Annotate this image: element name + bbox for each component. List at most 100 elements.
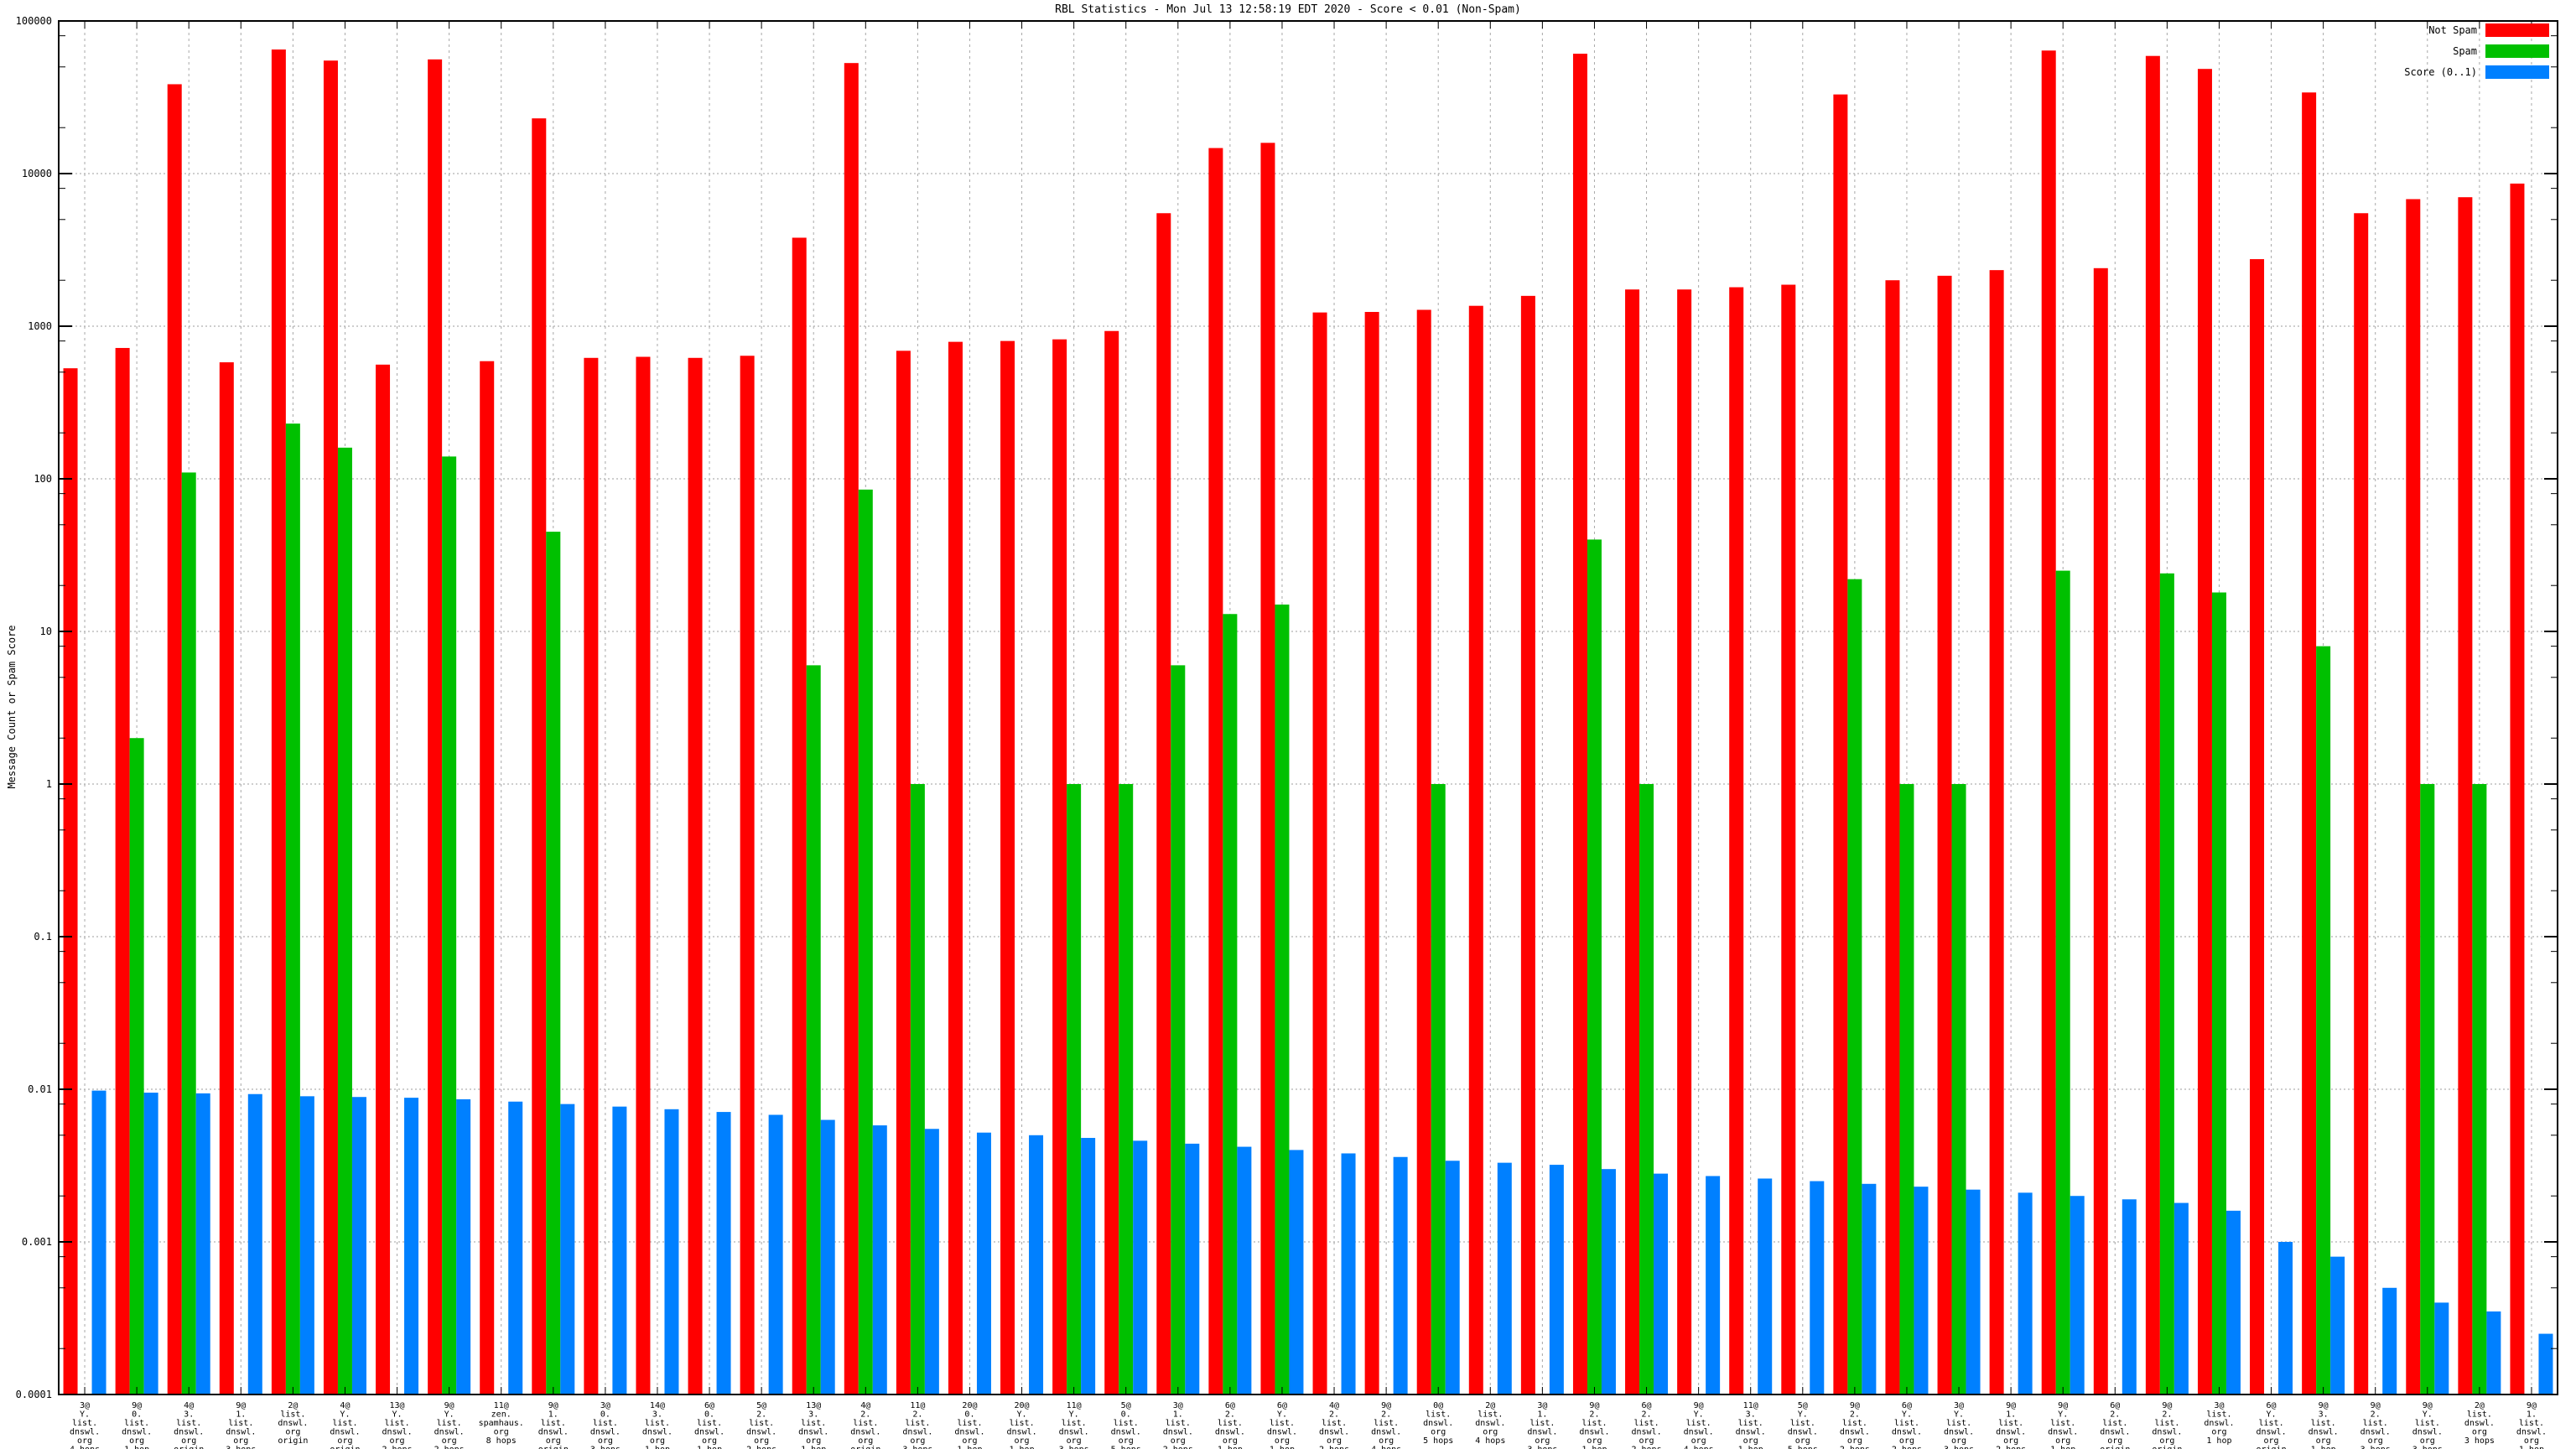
x-category-label-line: org bbox=[2524, 1436, 2539, 1446]
x-category-label-line: dnswl. bbox=[1527, 1428, 1557, 1437]
x-category-label: 20@Y.list.dnswl.org1 hop bbox=[1006, 1401, 1036, 1449]
x-category-label-line: 3 hops bbox=[902, 1446, 932, 1449]
x-category-label-line: dnswl. bbox=[1371, 1428, 1401, 1437]
x-category-label-line: org bbox=[1431, 1428, 1446, 1437]
x-category-label: 9@1.list.dnswl.orgorigin bbox=[538, 1401, 569, 1449]
bar bbox=[442, 456, 456, 1394]
x-category-label-line: Y. bbox=[1069, 1410, 1079, 1420]
x-category-label: 2@list.dnswl.orgorigin bbox=[278, 1401, 308, 1446]
x-category-label-line: 6@ bbox=[2267, 1401, 2277, 1410]
x-category-label-line: 2. bbox=[860, 1410, 870, 1420]
x-category-label-line: 11@ bbox=[494, 1401, 509, 1410]
bar bbox=[2406, 199, 2420, 1394]
x-category-label-line: Y. bbox=[392, 1410, 402, 1420]
x-category-label-line: dnswl. bbox=[174, 1428, 204, 1437]
x-category-label-line: org bbox=[2472, 1428, 2487, 1437]
x-category-label: 20@0.list.dnswl.org1 hop bbox=[954, 1401, 984, 1449]
x-category-label-line: 3 hops bbox=[1944, 1446, 1974, 1449]
x-category-label-line: 3@ bbox=[600, 1401, 610, 1410]
bar bbox=[2510, 184, 2524, 1394]
x-category-label-line: dnswl. bbox=[1163, 1428, 1193, 1437]
bar bbox=[925, 1129, 939, 1394]
x-category-label-line: 2 hops bbox=[382, 1446, 412, 1449]
x-category-label: 14@3.list.dnswl.org1 hop bbox=[642, 1401, 673, 1449]
bar bbox=[1758, 1178, 1772, 1394]
legend-row-not-spam: Not Spam bbox=[2404, 23, 2549, 37]
bar bbox=[2146, 56, 2160, 1394]
x-category-label-line: 1 hop bbox=[801, 1446, 826, 1449]
x-category-label-line: list. bbox=[1686, 1419, 1711, 1428]
x-category-label-line: 2. bbox=[1850, 1410, 1860, 1420]
x-category-label-line: org bbox=[494, 1428, 509, 1437]
x-category-label-line: dnswl. bbox=[330, 1428, 360, 1437]
x-category-label-line: org bbox=[181, 1436, 196, 1446]
x-category-label-line: 3@ bbox=[80, 1401, 90, 1410]
bar bbox=[352, 1097, 366, 1394]
x-category-label-line: 2. bbox=[756, 1410, 766, 1420]
x-category-label-line: 3@ bbox=[1537, 1401, 1547, 1410]
x-category-label: 2@list.dnswl.org3 hops bbox=[2464, 1401, 2495, 1446]
x-category-label-line: org bbox=[285, 1428, 300, 1437]
bar bbox=[116, 348, 130, 1394]
x-category-label-line: 14@ bbox=[650, 1401, 665, 1410]
bar bbox=[859, 490, 873, 1394]
x-category-label-line: Y. bbox=[1954, 1410, 1964, 1420]
x-category-label: 3@1.list.dnswl.org2 hops bbox=[1163, 1401, 1193, 1449]
bar bbox=[300, 1096, 314, 1394]
x-category-label-line: dnswl. bbox=[2204, 1419, 2234, 1428]
bar bbox=[2174, 1203, 2189, 1394]
x-category-label-line: 3. bbox=[184, 1410, 194, 1420]
bar bbox=[1990, 270, 2004, 1394]
x-category-label: 6@Y.list.dnswl.org2 hops bbox=[1892, 1401, 1922, 1449]
x-category-label: 4@Y.list.dnswl.orgorigin bbox=[330, 1401, 360, 1449]
x-category-label-line: origin bbox=[2256, 1446, 2286, 1449]
bar bbox=[338, 448, 352, 1394]
x-category-label-line: 1 hop bbox=[2206, 1436, 2231, 1446]
x-category-label-line: dnswl. bbox=[122, 1428, 152, 1437]
bar bbox=[1067, 784, 1081, 1394]
bar bbox=[286, 423, 300, 1394]
y-tick-label: 1 bbox=[46, 778, 52, 790]
x-category-label-line: 9@ bbox=[2319, 1401, 2329, 1410]
x-category-label-line: 3 hops bbox=[226, 1446, 256, 1449]
bar bbox=[196, 1093, 210, 1394]
y-tick-label: 10000 bbox=[22, 168, 52, 179]
bar bbox=[612, 1107, 626, 1394]
x-category-label-line: 6@ bbox=[704, 1401, 714, 1410]
x-category-label-line: dnswl. bbox=[642, 1428, 673, 1437]
x-category-label: 5@2.list.dnswl.org2 hops bbox=[746, 1401, 776, 1449]
x-category-label-line: 3@ bbox=[2214, 1401, 2224, 1410]
x-category-label-line: 4@ bbox=[184, 1401, 194, 1410]
y-tick-label: 10 bbox=[40, 626, 52, 637]
x-category-label-line: dnswl. bbox=[694, 1428, 724, 1437]
x-category-label-line: org bbox=[2420, 1436, 2435, 1446]
x-category-label-line: 11@ bbox=[910, 1401, 925, 1410]
bar bbox=[977, 1133, 991, 1394]
bar bbox=[1260, 143, 1275, 1394]
x-category-label-line: spamhaus. bbox=[479, 1419, 524, 1428]
x-category-label-line: 1 hop bbox=[124, 1446, 149, 1449]
bar bbox=[1275, 605, 1289, 1394]
x-category-label-line: dnswl. bbox=[1944, 1428, 1974, 1437]
x-category-label-line: 2. bbox=[1329, 1410, 1339, 1420]
y-tick-label: 0.0001 bbox=[16, 1389, 52, 1400]
x-category-label-line: Y. bbox=[1902, 1410, 1912, 1420]
bar bbox=[2122, 1199, 2137, 1394]
x-category-label-line: list. bbox=[124, 1419, 149, 1428]
bar bbox=[1394, 1157, 1408, 1394]
x-category-label-line: list. bbox=[541, 1419, 566, 1428]
x-category-label-line: 9@ bbox=[1850, 1401, 1860, 1410]
x-category-label-line: list. bbox=[2206, 1410, 2231, 1420]
x-category-label-line: dnswl. bbox=[2309, 1428, 2339, 1437]
x-category-label-line: list. bbox=[1738, 1419, 1763, 1428]
bar bbox=[2302, 92, 2316, 1394]
x-category-label-line: org bbox=[1275, 1436, 1290, 1446]
x-category-label: 4@2.list.dnswl.orgorigin bbox=[850, 1401, 880, 1449]
bar bbox=[1938, 276, 1952, 1394]
x-category-label-line: list. bbox=[749, 1419, 774, 1428]
x-category-label-line: dnswl. bbox=[278, 1419, 308, 1428]
x-category-label-line: 2@ bbox=[1485, 1401, 1495, 1410]
x-category-label-line: dnswl. bbox=[1267, 1428, 1297, 1437]
x-category-label-line: list. bbox=[2154, 1419, 2179, 1428]
legend-swatch-spam bbox=[2485, 44, 2549, 58]
